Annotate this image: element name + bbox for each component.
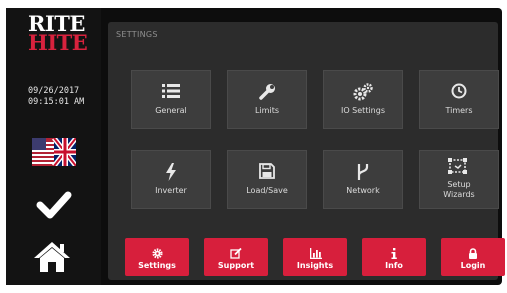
clock-icon bbox=[420, 83, 498, 103]
tile-network[interactable]: Network bbox=[323, 150, 403, 209]
current-time: 09:15:01 AM bbox=[28, 97, 85, 107]
info-button[interactable]: Info bbox=[362, 238, 426, 276]
tile-label: Timers bbox=[445, 106, 473, 115]
insights-button[interactable]: Insights bbox=[283, 238, 347, 276]
wrench-icon bbox=[228, 83, 306, 105]
login-button[interactable]: Login bbox=[441, 238, 505, 276]
list-icon bbox=[132, 83, 210, 103]
rite-hite-logo: RITE HITE bbox=[28, 13, 88, 55]
lightning-icon bbox=[132, 163, 210, 185]
tile-label: Network bbox=[346, 186, 380, 195]
logo-line-2: HITE bbox=[28, 30, 88, 55]
tile-load-save[interactable]: Load/Save bbox=[227, 150, 307, 209]
support-button[interactable]: Support bbox=[204, 238, 268, 276]
tile-setup-wizards[interactable]: Setup Wizards bbox=[419, 150, 499, 209]
button-label: Insights bbox=[296, 261, 334, 270]
tile-label: IO Settings bbox=[340, 106, 385, 115]
tile-label: General bbox=[155, 106, 187, 115]
button-label: Support bbox=[217, 261, 255, 270]
uk-us-flag-icon[interactable] bbox=[32, 136, 78, 170]
panel-title: SETTINGS bbox=[116, 30, 158, 39]
tile-general[interactable]: General bbox=[131, 70, 211, 129]
tile-label: Load/Save bbox=[246, 186, 288, 195]
floppy-icon bbox=[228, 163, 306, 183]
tile-io-settings[interactable]: IO Settings bbox=[323, 70, 403, 129]
check-icon[interactable] bbox=[36, 191, 72, 223]
datetime: 09/26/2017 09:15:01 AM bbox=[28, 86, 90, 108]
tile-label: Inverter bbox=[155, 186, 187, 195]
tile-timers[interactable]: Timers bbox=[419, 70, 499, 129]
current-date: 09/26/2017 bbox=[28, 86, 80, 96]
tile-label: Limits bbox=[255, 106, 279, 115]
tile-limits[interactable]: Limits bbox=[227, 70, 307, 129]
button-label: Settings bbox=[138, 261, 176, 270]
wizard-icon bbox=[420, 158, 498, 180]
home-icon[interactable] bbox=[32, 240, 72, 278]
tile-label-text: Setup Wizards bbox=[443, 180, 475, 199]
tile-label: Setup Wizards bbox=[420, 180, 498, 200]
button-label: Login bbox=[460, 261, 486, 270]
tile-inverter[interactable]: Inverter bbox=[131, 150, 211, 209]
gears-icon bbox=[324, 83, 402, 105]
button-label: Info bbox=[385, 261, 403, 270]
network-icon bbox=[324, 163, 402, 185]
settings-button[interactable]: Settings bbox=[125, 238, 189, 276]
